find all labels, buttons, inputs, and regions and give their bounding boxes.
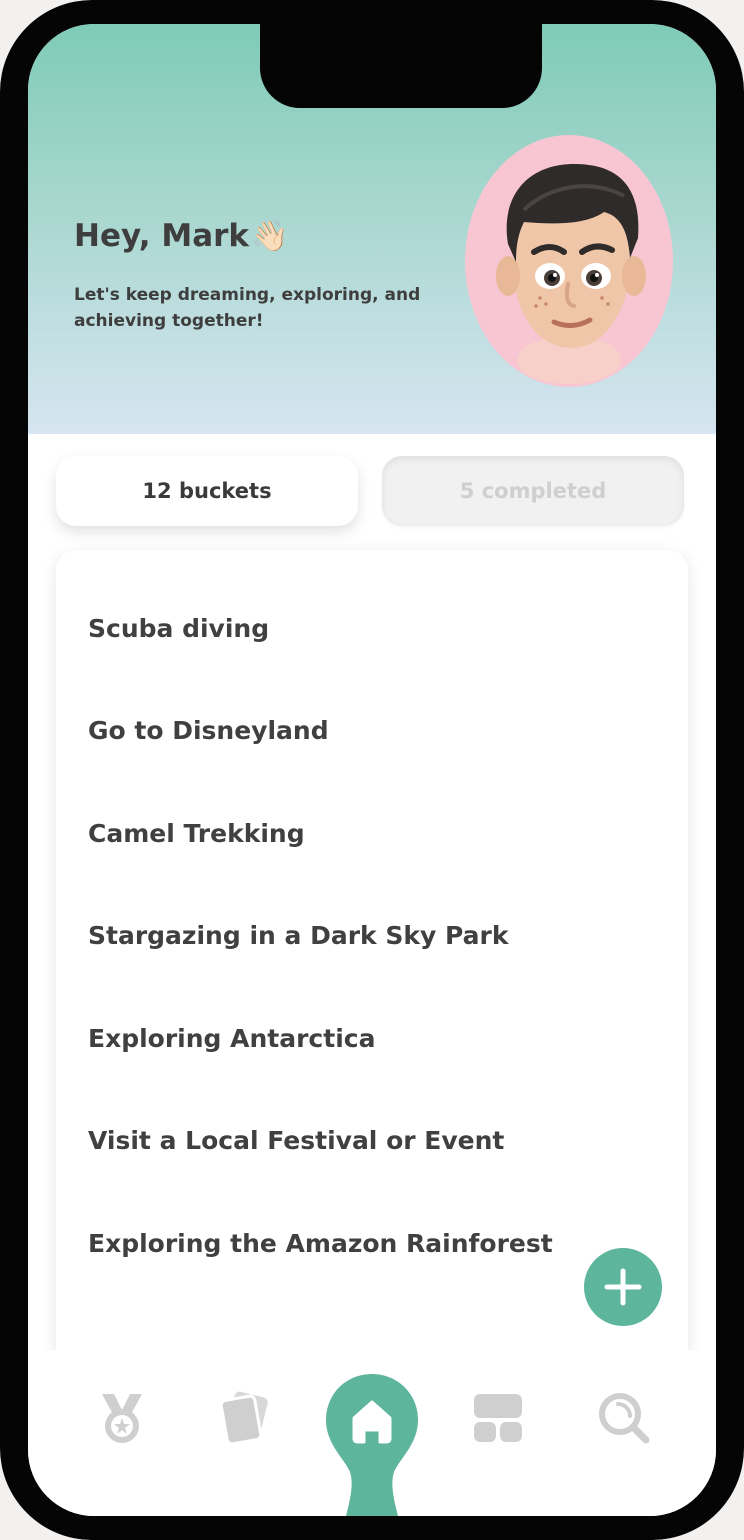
completed-count-label: 5 completed	[459, 479, 607, 503]
home-nav-button[interactable]	[324, 1372, 420, 1516]
avatar[interactable]	[464, 134, 674, 388]
list-item[interactable]: Scuba diving	[88, 614, 269, 643]
greeting: Hey, Mark 👋🏻	[74, 218, 288, 254]
search-icon[interactable]	[596, 1390, 652, 1446]
list-item[interactable]: Go to Disneyland	[88, 716, 329, 745]
phone-frame: Hey, Mark 👋🏻 Let's keep dreaming, explori…	[0, 0, 744, 1540]
notch	[260, 24, 542, 108]
bottom-nav	[28, 1350, 716, 1516]
list-item[interactable]: Exploring the Amazon Rainforest	[88, 1229, 553, 1258]
add-bucket-button[interactable]	[584, 1248, 662, 1326]
medal-icon[interactable]	[94, 1390, 150, 1446]
completed-tab[interactable]: 5 completed	[382, 456, 684, 526]
greeting-subtitle: Let's keep dreaming, exploring, and achi…	[74, 285, 421, 331]
list-item[interactable]: Camel Trekking	[88, 819, 305, 848]
grid-icon[interactable]	[472, 1392, 524, 1444]
greeting-text: Hey, Mark	[74, 218, 250, 254]
app-screen: Hey, Mark 👋🏻 Let's keep dreaming, explori…	[28, 24, 716, 1516]
list-item[interactable]: Exploring Antarctica	[88, 1024, 375, 1053]
buckets-count-label: 12 buckets	[142, 479, 272, 503]
wave-emoji: 👋🏻	[251, 218, 289, 254]
list-item[interactable]: Stargazing in a Dark Sky Park	[88, 921, 508, 950]
plus-icon	[604, 1268, 642, 1306]
list-item[interactable]: Visit a Local Festival or Event	[88, 1126, 504, 1155]
cards-icon[interactable]	[216, 1390, 276, 1446]
buckets-tab[interactable]: 12 buckets	[56, 456, 358, 526]
